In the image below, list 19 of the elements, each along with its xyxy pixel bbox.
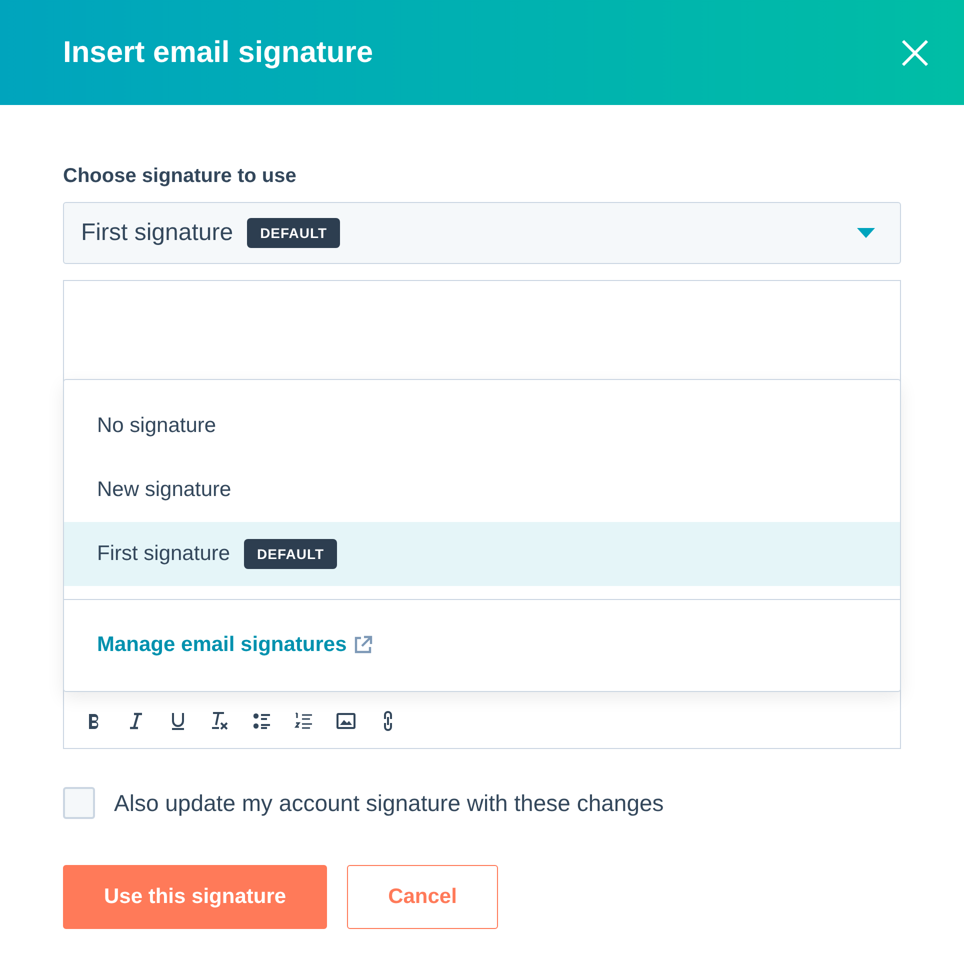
- external-link-icon: [352, 635, 373, 655]
- select-value: First signature: [81, 219, 234, 247]
- dropdown-option[interactable]: No signature: [64, 394, 900, 458]
- field-label: Choose signature to use: [63, 165, 298, 188]
- caret-icon: [856, 227, 876, 239]
- signature-select[interactable]: First signature DEFAULT: [63, 202, 901, 264]
- dropdown-option[interactable]: First signature DEFAULT: [64, 522, 900, 586]
- checkbox-label: Also update my account signature with these changes: [114, 790, 664, 816]
- numbered-list-icon[interactable]: [294, 711, 314, 731]
- manage-signatures-link[interactable]: Manage email signatures: [97, 633, 347, 657]
- bulleted-list-icon[interactable]: [252, 711, 272, 731]
- image-icon[interactable]: [336, 711, 356, 731]
- close-icon: [900, 38, 930, 68]
- checkbox[interactable]: [63, 787, 95, 819]
- dropdown-option[interactable]: New signature: [64, 458, 900, 522]
- default-badge: DEFAULT: [247, 218, 340, 248]
- clear-format-icon[interactable]: [210, 711, 230, 731]
- default-badge: DEFAULT: [244, 539, 338, 569]
- dialog-title: Insert email signature: [63, 36, 374, 70]
